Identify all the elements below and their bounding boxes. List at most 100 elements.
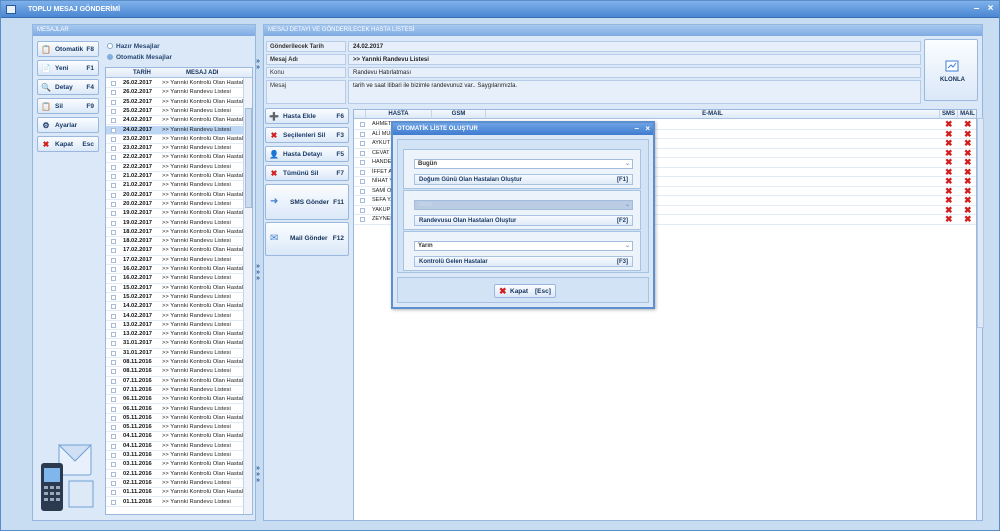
sms-remove-icon[interactable]: ✖ bbox=[945, 139, 953, 148]
grid-scrollbar[interactable] bbox=[977, 118, 984, 328]
row-checkbox[interactable] bbox=[111, 397, 116, 403]
sms-remove-icon[interactable]: ✖ bbox=[945, 158, 953, 167]
chevron-down-icon[interactable]: ⌄ bbox=[624, 161, 631, 168]
message-row[interactable]: 31.01.2017 >> Yarınki Kontrolü Olan Hasta… bbox=[106, 339, 244, 349]
row-checkbox[interactable] bbox=[111, 341, 116, 347]
action-button-0[interactable]: ➕ Hasta Ekle F6 bbox=[265, 108, 349, 124]
patient-checkbox[interactable] bbox=[360, 179, 365, 184]
minimize-button[interactable]: – bbox=[971, 4, 982, 15]
message-row[interactable]: 19.02.2017 >> Yarınki Randevu Listesi bbox=[106, 219, 244, 228]
row-checkbox[interactable] bbox=[111, 462, 116, 468]
message-row[interactable]: 25.02.2017 >> Yarınki Kontrolü Olan Hasta… bbox=[106, 98, 244, 107]
message-row[interactable]: 25.02.2017 >> Yarınki Randevu Listesi bbox=[106, 107, 244, 117]
message-row[interactable]: 17.02.2017 >> Yarınki Randevu Listesi bbox=[106, 256, 244, 265]
row-checkbox[interactable] bbox=[111, 81, 116, 86]
row-checkbox[interactable] bbox=[111, 369, 116, 375]
message-row[interactable]: 08.11.2016 >> Yarınki Kontrolü Olan Hasta… bbox=[106, 358, 244, 368]
row-checkbox[interactable] bbox=[111, 267, 116, 272]
left-button-1[interactable]: 📄 Yeni F1 bbox=[37, 60, 99, 76]
period-select[interactable]: Bugün ⌄ bbox=[414, 159, 633, 169]
row-checkbox[interactable] bbox=[111, 136, 116, 142]
row-checkbox[interactable] bbox=[111, 155, 116, 161]
mail-remove-icon[interactable]: ✖ bbox=[964, 177, 972, 186]
row-checkbox[interactable] bbox=[111, 443, 116, 449]
row-checkbox[interactable] bbox=[111, 285, 116, 291]
row-checkbox[interactable] bbox=[111, 415, 116, 421]
row-checkbox[interactable] bbox=[111, 434, 116, 440]
message-row[interactable]: 23.02.2017 >> Yarınki Kontrolü Olan Hasta… bbox=[106, 135, 244, 145]
left-button-0[interactable]: 📋 Otomatik F8 bbox=[37, 41, 99, 57]
message-list-scrollbar[interactable] bbox=[243, 78, 252, 514]
clone-button[interactable]: KLONLA bbox=[924, 39, 978, 101]
mail-remove-icon[interactable]: ✖ bbox=[964, 196, 972, 205]
message-row[interactable]: 23.02.2017 >> Yarınki Randevu Listesi bbox=[106, 144, 244, 154]
row-checkbox[interactable] bbox=[111, 406, 116, 412]
message-row[interactable]: 02.11.2016 >> Yarınki Randevu Listesi bbox=[106, 479, 244, 489]
row-checkbox[interactable] bbox=[111, 490, 116, 496]
message-row[interactable]: 20.02.2017 >> Yarınki Kontrolü Olan Hasta… bbox=[106, 191, 244, 200]
period-select[interactable]: Yarın ⌄ bbox=[414, 241, 633, 251]
col-hasta[interactable]: HASTA bbox=[366, 110, 432, 119]
row-checkbox[interactable] bbox=[111, 248, 116, 254]
row-checkbox[interactable] bbox=[111, 164, 116, 170]
row-checkbox[interactable] bbox=[111, 304, 116, 310]
patient-checkbox[interactable] bbox=[360, 131, 365, 137]
message-row[interactable]: 26.02.2017 >> Yarınki Kontrolü Olan Hasta… bbox=[106, 79, 244, 89]
sms-remove-icon[interactable]: ✖ bbox=[945, 177, 953, 186]
field-value[interactable]: 24.02.2017 bbox=[348, 41, 921, 52]
dialog-minimize-button[interactable]: – bbox=[635, 124, 639, 133]
row-checkbox[interactable] bbox=[111, 183, 116, 189]
patient-checkbox[interactable] bbox=[360, 217, 365, 222]
message-row[interactable]: 07.11.2016 >> Yarınki Kontrolü Olan Hasta… bbox=[106, 377, 244, 386]
left-button-5[interactable]: ✖ Kapat Esc bbox=[37, 136, 99, 152]
left-button-2[interactable]: 🔍 Detay F4 bbox=[37, 79, 99, 95]
message-row[interactable]: 14.02.2017 >> Yarınki Kontrolü Olan Hasta… bbox=[106, 302, 244, 312]
chevron-down-icon[interactable]: ⌄ bbox=[624, 202, 631, 209]
col-sms[interactable]: SMS bbox=[940, 110, 958, 119]
message-row[interactable]: 16.02.2017 >> Yarınki Kontrolü Olan Hasta… bbox=[106, 265, 244, 275]
row-checkbox[interactable] bbox=[111, 118, 116, 124]
expand-arrows-bottom[interactable]: »»» bbox=[256, 465, 260, 484]
message-row[interactable]: 14.02.2017 >> Yarınki Randevu Listesi bbox=[106, 312, 244, 321]
mail-send-button[interactable]: ✉ Mail Gönder F12 bbox=[265, 222, 349, 256]
col-name-header[interactable]: MESAJ ADI bbox=[186, 70, 218, 76]
row-checkbox[interactable] bbox=[111, 471, 116, 477]
message-row[interactable]: 06.11.2016 >> Yarınki Kontrolü Olan Hasta… bbox=[106, 395, 244, 405]
close-window-button[interactable]: × bbox=[985, 4, 996, 15]
row-checkbox[interactable] bbox=[111, 220, 116, 226]
sms-remove-icon[interactable]: ✖ bbox=[945, 196, 953, 205]
message-row[interactable]: 18.02.2017 >> Yarınki Kontrolü Olan Hasta… bbox=[106, 228, 244, 238]
row-checkbox[interactable] bbox=[111, 276, 116, 282]
action-button-3[interactable]: ✖ Tümünü Sil F7 bbox=[265, 165, 349, 181]
message-row[interactable]: 05.11.2016 >> Yarınki Randevu Listesi bbox=[106, 423, 244, 433]
message-row[interactable]: 07.11.2016 >> Yarınki Randevu Listesi bbox=[106, 386, 244, 396]
row-checkbox[interactable] bbox=[111, 350, 116, 356]
patient-checkbox[interactable] bbox=[360, 122, 365, 127]
mail-remove-icon[interactable]: ✖ bbox=[964, 215, 972, 224]
message-row[interactable]: 05.11.2016 >> Yarınki Kontrolü Olan Hasta… bbox=[106, 414, 244, 424]
message-row[interactable]: 04.11.2016 >> Yarınki Kontrolü Olan Hasta… bbox=[106, 432, 244, 442]
dialog-close-button[interactable]: × bbox=[645, 124, 650, 133]
ready-messages-radio[interactable]: Hazır Mesajlar bbox=[107, 43, 160, 50]
row-checkbox[interactable] bbox=[111, 108, 116, 114]
row-checkbox[interactable] bbox=[111, 453, 116, 458]
message-row[interactable]: 22.02.2017 >> Yarınki Kontrolü Olan Hasta… bbox=[106, 153, 244, 163]
col-mail[interactable]: MAİL bbox=[958, 110, 976, 119]
row-checkbox[interactable] bbox=[111, 239, 116, 245]
message-row[interactable]: 03.11.2016 >> Yarınki Randevu Listesi bbox=[106, 451, 244, 461]
action-button-1[interactable]: ✖ Seçilenleri Sil F3 bbox=[265, 127, 349, 143]
message-row[interactable]: 20.02.2017 >> Yarınki Randevu Listesi bbox=[106, 200, 244, 210]
row-checkbox[interactable] bbox=[111, 322, 116, 328]
period-select[interactable]: Yarın ⌄ bbox=[414, 200, 633, 210]
create-list-button[interactable]: Kontrolü Gelen Hastalar [F3] bbox=[414, 256, 633, 267]
left-button-4[interactable]: ⚙ Ayarlar bbox=[37, 117, 99, 133]
sms-remove-icon[interactable]: ✖ bbox=[945, 215, 953, 224]
message-row[interactable]: 03.11.2016 >> Yarınki Kontrolü Olan Hasta… bbox=[106, 460, 244, 470]
select-all-checkbox[interactable] bbox=[354, 110, 366, 119]
row-checkbox[interactable] bbox=[111, 387, 116, 393]
message-row[interactable]: 06.11.2016 >> Yarınki Randevu Listesi bbox=[106, 405, 244, 414]
create-list-button[interactable]: Doğum Günü Olan Hastaları Oluştur [F1] bbox=[414, 174, 633, 185]
patient-checkbox[interactable] bbox=[360, 160, 365, 165]
message-row[interactable]: 15.02.2017 >> Yarınki Randevu Listesi bbox=[106, 293, 244, 303]
chevron-down-icon[interactable]: ⌄ bbox=[624, 243, 631, 250]
